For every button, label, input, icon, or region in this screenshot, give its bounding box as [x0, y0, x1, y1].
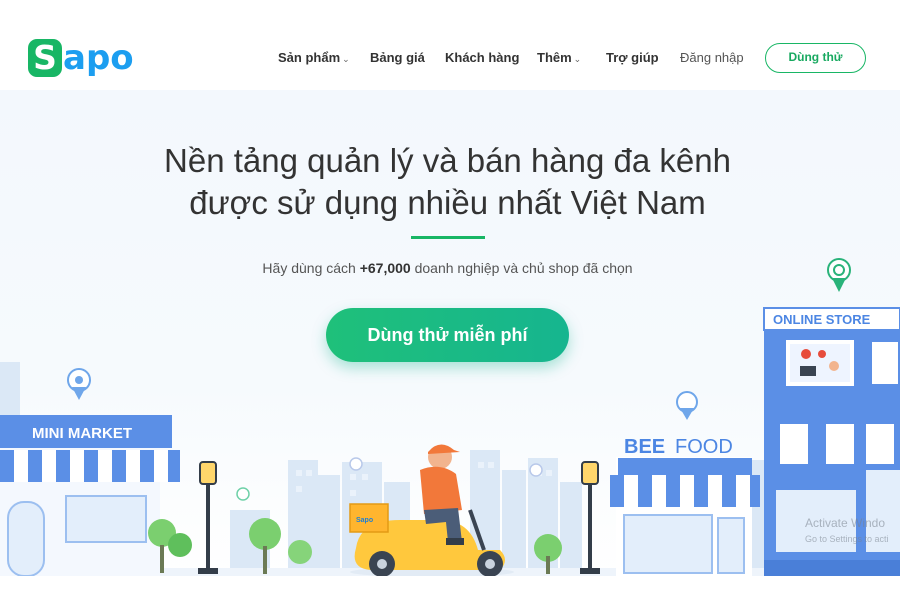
- bee-food-building: [610, 457, 760, 576]
- nav-item-help[interactable]: Trợ giúp: [606, 50, 659, 65]
- site-header: S apo Sản phẩm ⌄ Bảng giá Khách hàng Thêm…: [0, 0, 900, 90]
- hero-section: MINI MARKET Sapo BEE FOOD ONLINE STORE N…: [0, 90, 900, 576]
- hero-divider: [411, 236, 485, 239]
- bee-food-sign-2: FOOD: [675, 436, 733, 458]
- location-pin-icon: [529, 463, 543, 477]
- chevron-down-icon: ⌄: [342, 54, 350, 64]
- location-pin-icon: [349, 457, 363, 471]
- online-store-sign: ONLINE STORE: [773, 312, 871, 327]
- free-trial-button[interactable]: Dùng thử miễn phí: [326, 308, 569, 362]
- page-bottom: [0, 576, 900, 603]
- nav-item-pricing[interactable]: Bảng giá: [370, 50, 425, 65]
- windows-activation-hint: Go to Settings to acti: [805, 534, 889, 544]
- chevron-down-icon: ⌄: [573, 54, 582, 64]
- customer-count: +67,000: [359, 260, 411, 276]
- location-pin-icon: [676, 391, 698, 420]
- windows-activation-watermark: Activate Windo: [805, 516, 886, 530]
- nav-item-customers[interactable]: Khách hàng: [445, 50, 519, 65]
- bee-food-sign-1: BEE: [624, 436, 665, 458]
- hero-subtitle: Hãy dùng cách +67,000 doanh nghiệp và ch…: [262, 260, 633, 276]
- nav-item-more[interactable]: Thêm ⌄: [537, 50, 581, 65]
- login-link[interactable]: Đăng nhập: [680, 50, 744, 65]
- location-pin-icon: [67, 368, 91, 400]
- nav-item-products[interactable]: Sản phẩm ⌄: [278, 50, 350, 65]
- trial-button[interactable]: Dùng thử: [765, 43, 866, 73]
- location-pin-icon: [236, 487, 250, 501]
- mini-market-sign: MINI MARKET: [32, 425, 132, 442]
- box-brand-label: Sapo: [356, 517, 373, 524]
- hero-title: Nền tảng quản lý và bán hàng đa kênh đượ…: [164, 142, 731, 221]
